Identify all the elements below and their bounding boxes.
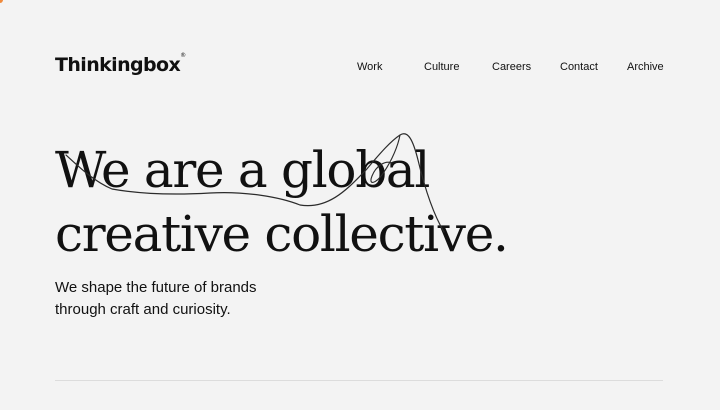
nav-item-archive[interactable]: Archive [627, 60, 664, 74]
registered-mark: ® [180, 52, 187, 59]
section-divider [55, 380, 663, 381]
hero-subheading: We shape the future of brands through cr… [55, 277, 257, 321]
hero-headline-line-1: We are a global [55, 141, 430, 199]
nav-item-contact[interactable]: Contact [560, 60, 598, 74]
nav-item-work[interactable]: Work [357, 60, 382, 74]
hero-subheading-line-2: through craft and curiosity. [55, 301, 231, 318]
nav-item-culture[interactable]: Culture [424, 60, 459, 74]
hero-headline-line-2: creative collective. [55, 205, 509, 263]
hero-headline: We are a global creative collective. [55, 138, 509, 266]
corner-accent-dot [0, 0, 3, 3]
main-nav: Work Culture Careers Contact Archive [0, 60, 720, 76]
nav-item-careers[interactable]: Careers [492, 60, 531, 74]
hero-subheading-line-1: We shape the future of brands [55, 279, 257, 296]
